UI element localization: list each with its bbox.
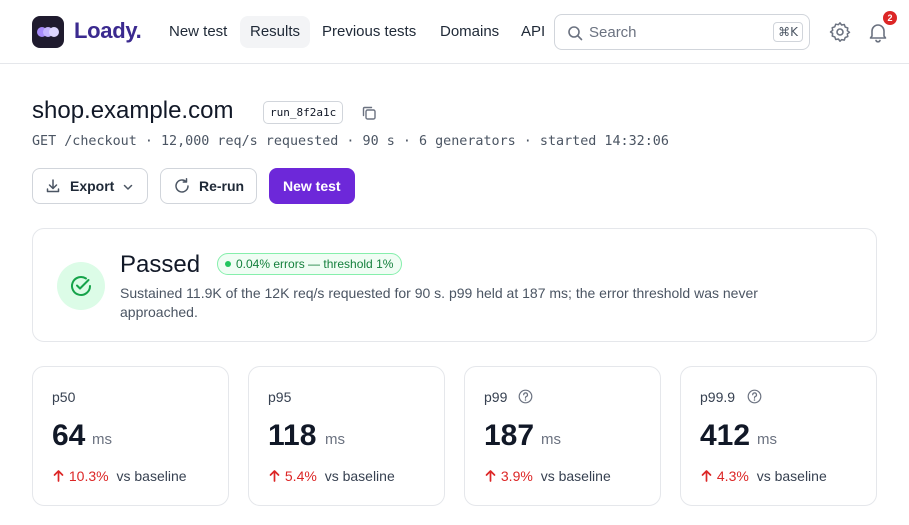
metric-value: 118 xyxy=(268,419,317,452)
metric-label: p95 xyxy=(268,389,292,405)
arrow-up-icon xyxy=(269,470,280,482)
arrow-up-icon xyxy=(485,470,496,482)
new-test-button[interactable]: New test xyxy=(269,168,355,204)
chevron-down-icon xyxy=(123,184,133,190)
logo-dot xyxy=(49,27,59,37)
check-circle-icon xyxy=(71,276,91,296)
metric-unit: ms xyxy=(757,431,777,448)
metric-card-p99-9: p99.9 412 ms 4.3% vs baseline xyxy=(680,366,877,506)
rerun-button-label: Re-run xyxy=(199,178,245,194)
metric-delta: 5.4% vs baseline xyxy=(268,468,395,484)
error-rate-text: 0.04% errors — threshold 1% xyxy=(236,257,394,271)
metric-label: p50 xyxy=(52,389,76,405)
nav-item-previous-tests[interactable]: Previous tests xyxy=(312,16,426,48)
status-card: Passed 0.04% errors — threshold 1% Susta… xyxy=(32,228,877,342)
delta-note: vs baseline xyxy=(324,468,395,484)
brand-name[interactable]: Loady. xyxy=(74,18,142,44)
copy-icon[interactable] xyxy=(360,104,378,122)
delta-note: vs baseline xyxy=(756,468,827,484)
metric-card-p50: p50 64 ms 10.3% vs baseline xyxy=(32,366,229,506)
metric-label: p99 xyxy=(484,389,508,405)
gear-icon[interactable] xyxy=(828,20,852,44)
metric-unit: ms xyxy=(325,431,345,448)
nav-item-domains[interactable]: Domains xyxy=(430,16,509,48)
metric-delta: 3.9% vs baseline xyxy=(484,468,611,484)
export-button-label: Export xyxy=(70,178,115,194)
page-title: shop.example.com xyxy=(32,97,234,124)
arrow-up-icon xyxy=(701,470,712,482)
metric-delta: 4.3% vs baseline xyxy=(700,468,827,484)
search-input[interactable] xyxy=(589,21,759,43)
delta-percent: 5.4% xyxy=(284,468,317,484)
metric-delta: 10.3% vs baseline xyxy=(52,468,187,484)
delta-percent: 3.9% xyxy=(500,468,533,484)
metric-value: 187 xyxy=(484,419,535,452)
status-title: Passed xyxy=(120,251,201,278)
nav-item-api[interactable]: API xyxy=(511,16,555,48)
delta-note: vs baseline xyxy=(540,468,611,484)
top-navigation-bar: Loady. New test Results Previous tests D… xyxy=(0,0,909,64)
search-icon xyxy=(568,26,583,41)
delta-note: vs baseline xyxy=(116,468,187,484)
metric-unit: ms xyxy=(541,431,561,448)
metric-card-p95: p95 118 ms 5.4% vs baseline xyxy=(248,366,445,506)
metric-card-p99: p99 187 ms 3.9% vs baseline xyxy=(464,366,661,506)
status-description: Sustained 11.9K of the 12K req/s request… xyxy=(120,285,758,320)
new-test-button-label: New test xyxy=(283,178,341,194)
arrow-up-icon xyxy=(53,470,64,482)
metric-value: 412 xyxy=(700,419,751,452)
nav-item-results[interactable]: Results xyxy=(240,16,311,48)
run-id-tag: run_8f2a1c xyxy=(263,101,344,124)
help-icon[interactable] xyxy=(747,389,762,404)
nav-item-new-test[interactable]: New test xyxy=(159,16,237,48)
notification-count-badge: 2 xyxy=(883,11,897,25)
rerun-button[interactable]: Re-run xyxy=(160,168,257,204)
metric-unit: ms xyxy=(92,431,112,448)
status-indicator xyxy=(57,262,105,310)
delta-percent: 10.3% xyxy=(68,468,109,484)
logo-icon[interactable] xyxy=(32,16,64,48)
search-shortcut-hint: ⌘K xyxy=(773,22,803,42)
metric-label: p99.9 xyxy=(700,389,736,405)
status-dot xyxy=(225,261,231,267)
refresh-icon xyxy=(175,178,189,193)
run-summary: GET /checkout · 12,000 req/s requested ·… xyxy=(32,134,669,149)
metric-value: 64 xyxy=(52,419,86,452)
help-icon[interactable] xyxy=(518,389,533,404)
search-box[interactable]: ⌘K xyxy=(554,14,810,50)
error-rate-badge: 0.04% errors — threshold 1% xyxy=(217,253,403,275)
export-button[interactable]: Export xyxy=(32,168,148,204)
download-icon xyxy=(46,179,60,193)
delta-percent: 4.3% xyxy=(716,468,749,484)
